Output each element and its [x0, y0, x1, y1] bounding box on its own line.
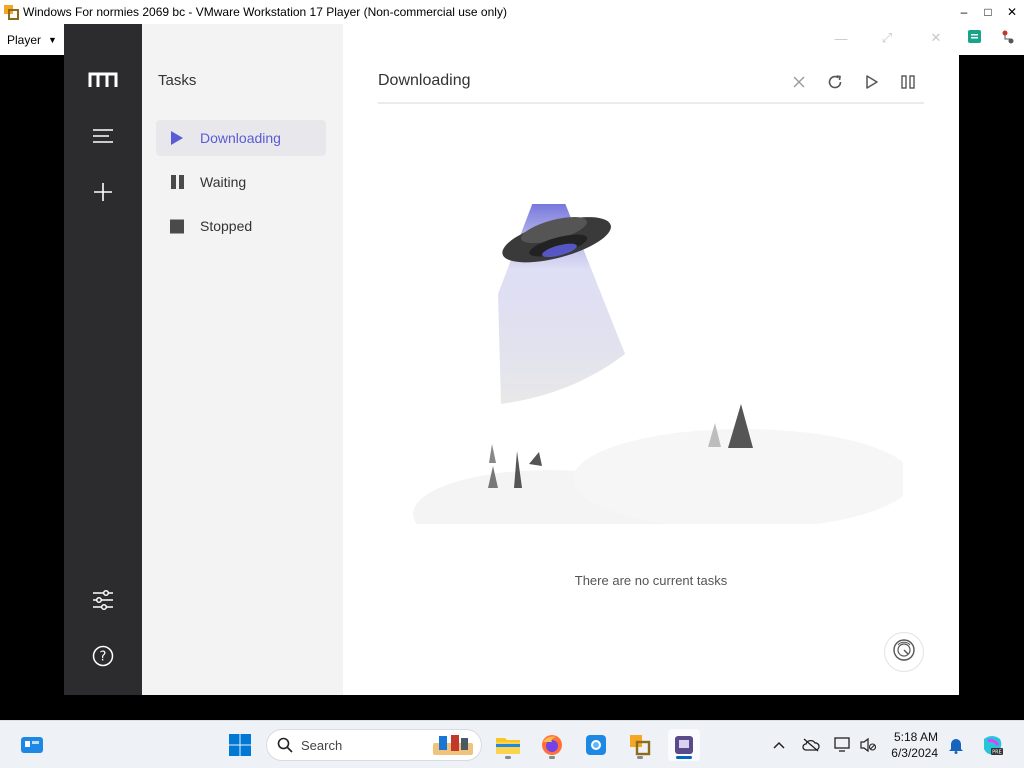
cloud-sync-icon[interactable] [796, 729, 826, 761]
empty-state-text: There are no current tasks [574, 573, 728, 588]
window-title: Windows For normies 2069 bc - VMware Wor… [23, 5, 507, 19]
stop-icon [170, 218, 184, 234]
nav-item-downloading[interactable]: Downloading [156, 120, 326, 156]
maximize-button[interactable]: □ [976, 0, 1000, 24]
windows-taskbar: Search 5:18 AM 6/3/2024 PRE [0, 720, 1024, 768]
photos-app-icon[interactable] [580, 729, 612, 761]
refresh-icon[interactable] [823, 70, 847, 94]
pause-all-icon[interactable] [896, 70, 920, 94]
vmware-logo-icon [3, 4, 19, 20]
add-task-icon[interactable] [64, 172, 142, 212]
vmware-title-bar: Windows For normies 2069 bc - VMware Wor… [0, 0, 1024, 24]
search-icon [277, 737, 293, 756]
clock-date: 6/3/2024 [891, 746, 938, 760]
nav-label: Downloading [200, 130, 281, 146]
menu-icon[interactable] [64, 116, 142, 156]
vmware-menu-bar: Player ▼ [0, 24, 64, 55]
widgets-icon[interactable] [16, 729, 48, 761]
nav-label: Stopped [200, 218, 253, 234]
app-maximize-button[interactable]: ⤢ [871, 28, 903, 48]
start-icon[interactable] [224, 729, 256, 761]
page-title: Downloading [378, 72, 471, 89]
app-close-button[interactable]: ✕ [920, 28, 952, 48]
unity-icon[interactable] [967, 29, 983, 50]
clock-time: 5:18 AM [893, 730, 938, 744]
play-icon [170, 130, 184, 146]
download-manager-taskbar-icon[interactable] [668, 729, 700, 761]
vmware-taskbar-icon[interactable] [624, 729, 656, 761]
preferences-icon[interactable] [64, 580, 142, 620]
task-list-panel: Tasks Downloading Waiting Stopped [142, 24, 343, 695]
system-clock[interactable]: 5:18 AM 6/3/2024 [882, 729, 938, 761]
speed-limit-button[interactable] [884, 632, 924, 672]
nav-item-stopped[interactable]: Stopped [156, 208, 326, 244]
taskbar-search-box[interactable]: Search [266, 729, 482, 761]
icon-rail: ? [64, 24, 142, 695]
speedometer-icon [892, 638, 916, 667]
nav-label: Waiting [200, 174, 247, 190]
app-logo-icon [64, 60, 142, 100]
svg-text:PRE: PRE [992, 750, 1002, 756]
close-button[interactable]: ✕ [1000, 0, 1024, 24]
panel-title: Tasks [158, 72, 197, 89]
main-header: Downloading [378, 62, 924, 104]
copilot-preview-icon[interactable]: PRE [976, 729, 1008, 761]
delete-task-icon[interactable] [787, 70, 811, 94]
notifications-icon[interactable] [942, 729, 970, 761]
nav-item-waiting[interactable]: Waiting [156, 164, 326, 200]
volume-muted-icon[interactable] [854, 729, 882, 761]
search-highlight-icon [431, 733, 475, 760]
download-manager-window: ? Tasks Downloading Waiting Stopped — ⤢ … [64, 24, 959, 695]
firefox-icon[interactable] [536, 729, 568, 761]
resume-all-icon[interactable] [860, 70, 884, 94]
main-content: — ⤢ ✕ Downloading There are no current t… [343, 24, 959, 695]
pause-icon [170, 174, 184, 190]
no-tasks-illustration [413, 204, 903, 524]
file-explorer-icon[interactable] [492, 729, 524, 761]
svg-text:?: ? [100, 650, 107, 665]
network-settings-icon[interactable] [1000, 29, 1016, 50]
app-minimize-button[interactable]: — [825, 28, 857, 48]
minimize-button[interactable]: – [952, 0, 976, 24]
player-menu[interactable]: Player [7, 33, 41, 47]
chevron-down-icon[interactable]: ▼ [48, 35, 57, 45]
search-placeholder: Search [301, 737, 343, 753]
vmware-toolbar [959, 24, 1024, 55]
help-icon[interactable]: ? [64, 636, 142, 676]
chevron-up-icon[interactable] [764, 729, 794, 761]
